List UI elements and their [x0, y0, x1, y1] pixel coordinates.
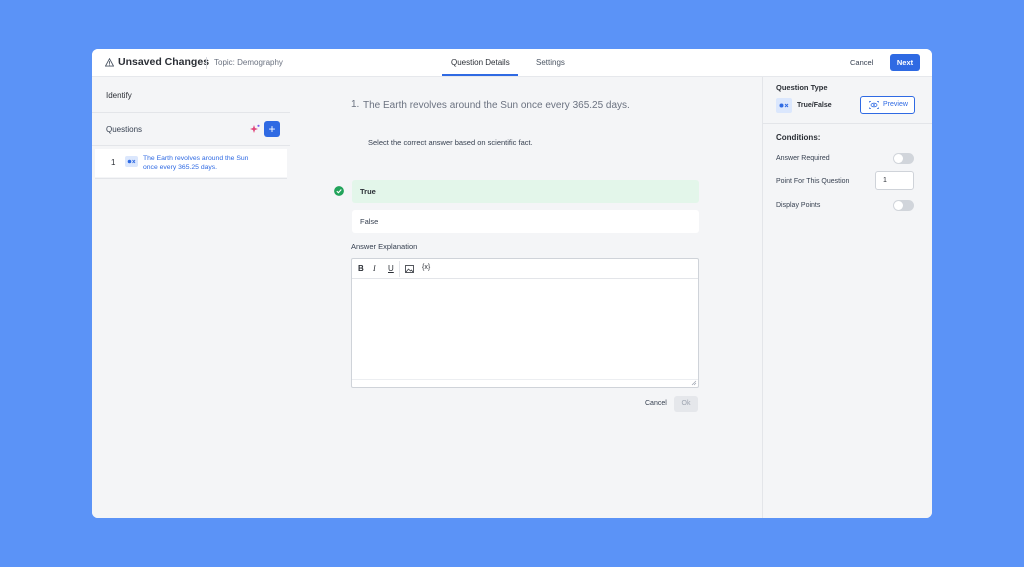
section-label: Identify: [106, 91, 132, 100]
toolbar-divider: [399, 261, 400, 277]
answer-required-label: Answer Required: [776, 155, 830, 162]
preview-button[interactable]: Preview: [860, 96, 915, 114]
question-type-value: True/False: [797, 102, 832, 109]
cancel-button[interactable]: Cancel: [850, 58, 873, 67]
questions-heading: Questions: [106, 125, 143, 134]
title-divider: [206, 57, 207, 69]
italic-button[interactable]: I: [373, 264, 376, 273]
question-preview-text: The Earth revolves around the Sun once e…: [143, 155, 249, 171]
question-instruction[interactable]: Select the correct answer based on scien…: [368, 138, 533, 147]
resize-handle-icon[interactable]: [691, 380, 697, 386]
editor-window: Unsaved Changes Topic: Demography Questi…: [92, 49, 932, 518]
display-points-label: Display Points: [776, 202, 821, 209]
editor-statusbar: [352, 379, 698, 387]
display-points-toggle[interactable]: [893, 200, 914, 211]
variable-icon[interactable]: {x}: [422, 264, 430, 271]
divider: [95, 178, 287, 179]
image-icon[interactable]: [405, 265, 414, 273]
points-input[interactable]: 1: [875, 171, 914, 190]
divider: [763, 123, 932, 124]
topic-label: Topic: Demography: [214, 58, 283, 67]
divider: [92, 145, 290, 146]
active-tab-indicator: [442, 74, 518, 76]
tab-question-details[interactable]: Question Details: [451, 58, 510, 67]
underline-button[interactable]: U: [388, 264, 394, 273]
question-number: 1: [111, 158, 116, 167]
explanation-label: Answer Explanation: [351, 242, 418, 251]
true-false-icon: [125, 156, 138, 167]
answer-required-toggle[interactable]: [893, 153, 914, 164]
add-question-button[interactable]: +: [264, 121, 280, 137]
sparkle-icon[interactable]: [250, 124, 260, 134]
editor-toolbar: B I U {x}: [352, 259, 698, 279]
questions-sidebar: Identify Questions + 1 The Earth revolve…: [92, 77, 290, 518]
question-list-item[interactable]: 1 The Earth revolves around the Sun once…: [95, 149, 287, 177]
question-number-heading: 1.: [351, 99, 360, 110]
top-bar: Unsaved Changes Topic: Demography Questi…: [92, 49, 932, 77]
question-title[interactable]: The Earth revolves around the Sun once e…: [363, 100, 630, 111]
settings-panel: Question Type True/False Preview Conditi…: [762, 77, 932, 518]
bold-button[interactable]: B: [358, 264, 364, 273]
page-title: Unsaved Changes: [118, 56, 210, 68]
warning-icon: [105, 58, 114, 67]
conditions-heading: Conditions:: [776, 133, 821, 142]
true-false-icon: [776, 98, 792, 113]
answer-option-false[interactable]: False: [352, 210, 699, 233]
preview-label: Preview: [883, 101, 908, 108]
explanation-cancel-button[interactable]: Cancel: [645, 400, 667, 407]
answer-option-true[interactable]: True: [352, 180, 699, 203]
next-button[interactable]: Next: [890, 54, 920, 71]
explanation-ok-button[interactable]: Ok: [674, 396, 698, 412]
tab-settings[interactable]: Settings: [536, 58, 565, 67]
points-label: Point For This Question: [776, 178, 850, 185]
question-type-label: Question Type: [776, 83, 828, 92]
explanation-editor[interactable]: B I U {x}: [351, 258, 699, 388]
divider: [92, 112, 290, 113]
correct-check-icon[interactable]: [334, 186, 344, 196]
eye-icon: [869, 101, 879, 109]
